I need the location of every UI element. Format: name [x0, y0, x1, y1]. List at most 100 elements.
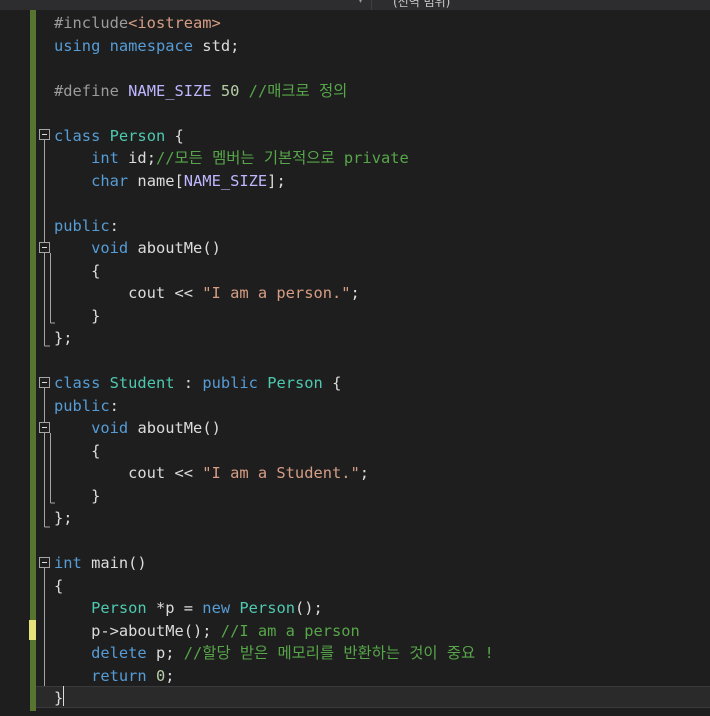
text-caret [63, 686, 64, 706]
code-token-pl: } [54, 306, 101, 325]
code-token-pl: { [165, 126, 184, 145]
code-line[interactable]: public: [54, 395, 494, 418]
code-token-pl: { [54, 576, 64, 595]
dropdown-arrow-icon[interactable]: ▾ [358, 0, 363, 6]
code-line[interactable]: delete p; //할당 받은 메모리를 반환하는 것이 중요 ! [54, 642, 494, 665]
code-token-pl: p->aboutMe(); [54, 621, 221, 640]
code-token-com: //I am a person [220, 621, 360, 640]
collapse-main-icon[interactable] [39, 557, 50, 568]
code-token-kw: delete [91, 644, 147, 662]
code-token-pl: : [109, 216, 119, 235]
code-line[interactable]: } [54, 305, 494, 328]
code-token-kw: class [54, 126, 101, 145]
code-token-kw: int [54, 554, 82, 572]
code-token-pl: { [54, 261, 101, 280]
code-line[interactable]: void aboutMe() [54, 417, 494, 440]
code-token-kw: public [54, 216, 110, 235]
code-line[interactable]: }; [54, 327, 494, 350]
code-token-kw: class [54, 374, 101, 392]
code-line[interactable]: } [54, 485, 494, 508]
code-token-pl: : [174, 374, 203, 392]
code-line[interactable]: { [54, 575, 494, 598]
code-token-mac: NAME_SIZE [128, 81, 212, 100]
code-token-pl: cout << [54, 284, 203, 302]
code-token-kw: void [91, 239, 129, 257]
collapse-aboutme-person-icon[interactable] [39, 242, 50, 253]
code-line[interactable]: void aboutMe() [54, 237, 494, 260]
code-token-typ: Person [91, 599, 147, 617]
code-token-pp: #include [54, 14, 129, 32]
code-line[interactable] [54, 530, 494, 553]
saved-changes-margin-bar [30, 10, 36, 711]
navigation-bar: ▾ (전역 범위) [0, 0, 710, 10]
code-token-num: 50 [220, 81, 240, 100]
code-token-str: <iostream> [128, 14, 221, 32]
code-token-pl: aboutMe [137, 239, 203, 257]
code-line[interactable]: using namespace std; [54, 35, 494, 58]
code-token-pl: }; [54, 329, 73, 347]
code-token-pl: }; [54, 509, 73, 527]
code-token-com: //매크로 정의 [248, 81, 348, 100]
code-token-kw: namespace [109, 36, 194, 55]
code-token-com: //할당 받은 메모리를 반환하는 것이 중요 ! [183, 644, 494, 662]
collapse-class-student-icon[interactable] [39, 377, 50, 388]
code-token-kw: using [54, 36, 101, 55]
code-line[interactable]: int main() [54, 552, 494, 575]
code-line[interactable]: { [54, 440, 494, 463]
code-token-pl: () [202, 419, 221, 437]
code-line[interactable]: Person *p = new Person(); [54, 597, 494, 620]
code-token-kw: public [202, 374, 258, 392]
code-token-pl: *p = [146, 599, 203, 617]
code-token-typ: Student [109, 374, 175, 392]
collapse-class-person-icon[interactable] [39, 129, 50, 140]
code-token-str: "I am a Student." [202, 464, 360, 482]
code-token-num: 0 [155, 666, 166, 685]
code-editor[interactable]: ▾ (전역 범위) #include<iostream> using names… [0, 0, 710, 716]
code-line[interactable]: class Person { [54, 125, 494, 148]
code-token-typ: Person [239, 599, 295, 617]
code-text-area[interactable]: #include<iostream> using namespace std; #… [54, 12, 494, 710]
code-line[interactable]: public: [54, 215, 494, 238]
code-token-typ: Person [267, 374, 323, 392]
code-line[interactable]: #define NAME_SIZE 50 //매크로 정의 [54, 80, 494, 103]
code-line[interactable]: return 0; [54, 665, 494, 688]
code-token-pl: p; [146, 644, 184, 662]
code-token-kw: public [54, 396, 110, 415]
code-line[interactable]: } [54, 687, 494, 710]
code-token-pl: ; [165, 666, 175, 685]
code-line[interactable]: }; [54, 507, 494, 530]
code-token-pl: std; [193, 36, 240, 55]
code-token-kw: new [202, 599, 231, 617]
code-line[interactable] [54, 57, 494, 80]
code-line[interactable]: p->aboutMe(); //I am a person [54, 620, 494, 643]
code-token-pl: id; [118, 149, 156, 167]
code-line[interactable]: { [54, 260, 494, 283]
collapse-aboutme-student-icon[interactable] [39, 422, 50, 433]
code-token-pl: { [54, 441, 101, 460]
code-token-pl: main() [81, 554, 147, 572]
scope-dropdown[interactable]: (전역 범위) [393, 0, 450, 10]
code-line[interactable]: char name[NAME_SIZE]; [54, 170, 494, 193]
code-line[interactable]: cout << "I am a person."; [54, 282, 494, 305]
code-line[interactable]: class Student : public Person { [54, 372, 494, 395]
code-token-kw: char [91, 171, 129, 190]
code-line[interactable] [54, 192, 494, 215]
code-token-pl: } [54, 689, 64, 707]
code-line[interactable] [54, 102, 494, 125]
code-line[interactable]: int id;//모든 멤버는 기본적으로 private [54, 147, 494, 170]
code-line[interactable] [54, 350, 494, 373]
code-line[interactable]: #include<iostream> [54, 12, 494, 35]
code-line[interactable]: cout << "I am a Student."; [54, 462, 494, 485]
